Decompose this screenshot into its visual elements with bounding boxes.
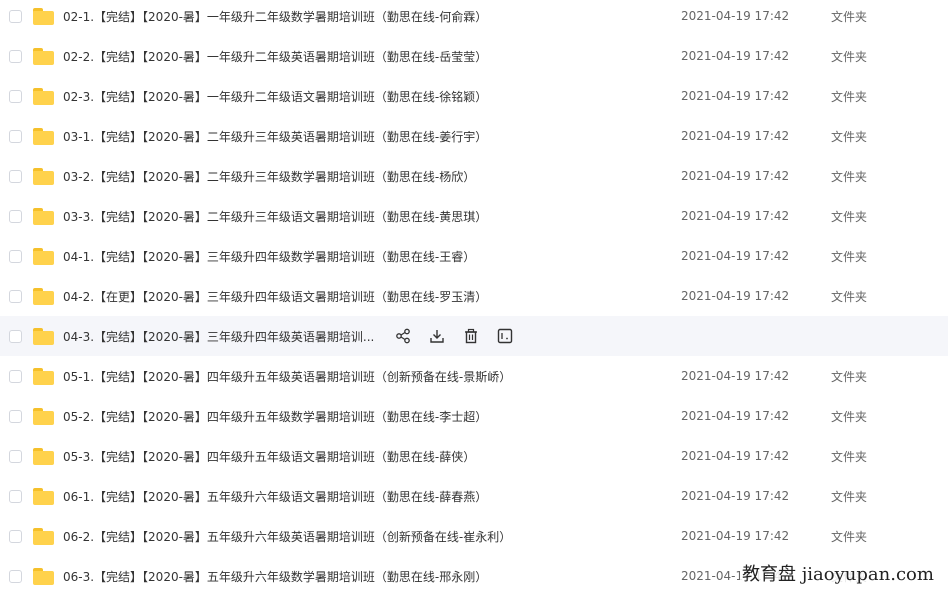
folder-icon bbox=[33, 7, 54, 25]
folder-icon bbox=[33, 127, 54, 145]
folder-icon bbox=[33, 527, 54, 545]
file-type: 文件夹 bbox=[831, 289, 868, 304]
modified-date: 2021-04-19 17:42 bbox=[681, 169, 790, 183]
watermark: 教育盘 jiaoyupan.com bbox=[740, 560, 936, 586]
file-name[interactable]: 03-3.【完结】【2020-暑】二年级升三年级语文暑期培训班（勤思在线-黄思琪… bbox=[63, 208, 663, 225]
file-row[interactable]: 06-1.【完结】【2020-暑】五年级升六年级语文暑期培训班（勤思在线-薛春燕… bbox=[0, 476, 948, 516]
file-type: 文件夹 bbox=[831, 9, 868, 24]
file-row[interactable]: 05-3.【完结】【2020-暑】四年级升五年级语文暑期培训班（勤思在线-薛侠）… bbox=[0, 436, 948, 476]
row-checkbox[interactable] bbox=[9, 529, 22, 543]
modified-date: 2021-04-19 17:42 bbox=[681, 489, 790, 503]
file-type: 文件夹 bbox=[831, 249, 868, 264]
file-name[interactable]: 02-2.【完结】【2020-暑】一年级升二年级英语暑期培训班（勤思在线-岳莹莹… bbox=[63, 48, 663, 65]
file-row[interactable]: 02-3.【完结】【2020-暑】一年级升二年级语文暑期培训班（勤思在线-徐铭颖… bbox=[0, 76, 948, 116]
delete-icon[interactable] bbox=[462, 327, 480, 345]
file-name[interactable]: 06-3.【完结】【2020-暑】五年级升六年级数学暑期培训班（勤思在线-邢永刚… bbox=[63, 568, 663, 585]
folder-icon bbox=[33, 207, 54, 225]
modified-date: 2021-04-19 17:42 bbox=[681, 129, 790, 143]
file-type: 文件夹 bbox=[831, 89, 868, 104]
row-checkbox[interactable] bbox=[9, 129, 22, 143]
file-row[interactable]: 05-2.【完结】【2020-暑】四年级升五年级数学暑期培训班（勤思在线-李士超… bbox=[0, 396, 948, 436]
folder-icon bbox=[33, 487, 54, 505]
row-checkbox[interactable] bbox=[9, 89, 22, 103]
file-type: 文件夹 bbox=[831, 369, 868, 384]
row-checkbox[interactable] bbox=[9, 409, 22, 423]
file-name[interactable]: 02-3.【完结】【2020-暑】一年级升二年级语文暑期培训班（勤思在线-徐铭颖… bbox=[63, 88, 663, 105]
file-name[interactable]: 06-2.【完结】【2020-暑】五年级升六年级英语暑期培训班（创新预备在线-崔… bbox=[63, 528, 663, 545]
row-checkbox[interactable] bbox=[9, 9, 22, 23]
file-type: 文件夹 bbox=[831, 129, 868, 144]
row-checkbox[interactable] bbox=[9, 169, 22, 183]
row-actions bbox=[394, 316, 530, 356]
file-type: 文件夹 bbox=[831, 529, 868, 544]
folder-icon bbox=[33, 47, 54, 65]
row-checkbox[interactable] bbox=[9, 369, 22, 383]
row-checkbox[interactable] bbox=[9, 209, 22, 223]
modified-date: 2021-04-19 17:42 bbox=[681, 209, 790, 223]
more-icon[interactable] bbox=[496, 327, 514, 345]
row-checkbox[interactable] bbox=[9, 569, 22, 583]
modified-date: 2021-04-19 17:42 bbox=[681, 409, 790, 423]
folder-icon bbox=[33, 447, 54, 465]
folder-icon bbox=[33, 247, 54, 265]
file-type: 文件夹 bbox=[831, 49, 868, 64]
modified-date: 2021-04-19 17:42 bbox=[681, 49, 790, 63]
folder-icon bbox=[33, 287, 54, 305]
file-row[interactable]: 06-2.【完结】【2020-暑】五年级升六年级英语暑期培训班（创新预备在线-崔… bbox=[0, 516, 948, 556]
file-row[interactable]: 04-1.【完结】【2020-暑】三年级升四年级数学暑期培训班（勤思在线-王睿）… bbox=[0, 236, 948, 276]
file-row[interactable]: 03-1.【完结】【2020-暑】二年级升三年级英语暑期培训班（勤思在线-姜行宇… bbox=[0, 116, 948, 156]
modified-date: 2021-04-19 17:42 bbox=[681, 9, 790, 23]
row-checkbox[interactable] bbox=[9, 489, 22, 503]
modified-date: 2021-04-19 17:42 bbox=[681, 369, 790, 383]
folder-icon bbox=[33, 327, 54, 345]
folder-icon bbox=[33, 167, 54, 185]
row-checkbox[interactable] bbox=[9, 249, 22, 263]
file-type: 文件夹 bbox=[831, 209, 868, 224]
row-checkbox[interactable] bbox=[9, 49, 22, 63]
folder-icon bbox=[33, 567, 54, 585]
file-name[interactable]: 06-1.【完结】【2020-暑】五年级升六年级语文暑期培训班（勤思在线-薛春燕… bbox=[63, 488, 663, 505]
file-name[interactable]: 04-3.【完结】【2020-暑】三年级升四年级英语暑期培训... bbox=[63, 328, 383, 345]
modified-date: 2021-04-19 17:42 bbox=[681, 449, 790, 463]
folder-icon bbox=[33, 367, 54, 385]
row-checkbox[interactable] bbox=[9, 329, 22, 343]
share-icon[interactable] bbox=[394, 327, 412, 345]
folder-icon bbox=[33, 407, 54, 425]
file-type: 文件夹 bbox=[831, 169, 868, 184]
row-checkbox[interactable] bbox=[9, 449, 22, 463]
file-row[interactable]: 04-2.【在更】【2020-暑】三年级升四年级语文暑期培训班（勤思在线-罗玉清… bbox=[0, 276, 948, 316]
file-name[interactable]: 04-1.【完结】【2020-暑】三年级升四年级数学暑期培训班（勤思在线-王睿） bbox=[63, 248, 663, 265]
file-type: 文件夹 bbox=[831, 449, 868, 464]
file-row[interactable]: 02-1.【完结】【2020-暑】一年级升二年级数学暑期培训班（勤思在线-何俞霖… bbox=[0, 0, 948, 36]
file-name[interactable]: 05-2.【完结】【2020-暑】四年级升五年级数学暑期培训班（勤思在线-李士超… bbox=[63, 408, 663, 425]
file-name[interactable]: 03-1.【完结】【2020-暑】二年级升三年级英语暑期培训班（勤思在线-姜行宇… bbox=[63, 128, 663, 145]
file-row[interactable]: 04-3.【完结】【2020-暑】三年级升四年级英语暑期培训... bbox=[0, 316, 948, 356]
file-row[interactable]: 02-2.【完结】【2020-暑】一年级升二年级英语暑期培训班（勤思在线-岳莹莹… bbox=[0, 36, 948, 76]
download-icon[interactable] bbox=[428, 327, 446, 345]
file-type: 文件夹 bbox=[831, 489, 868, 504]
file-row[interactable]: 03-2.【完结】【2020-暑】二年级升三年级数学暑期培训班（勤思在线-杨欣）… bbox=[0, 156, 948, 196]
modified-date: 2021-04-19 17:42 bbox=[681, 529, 790, 543]
file-row[interactable]: 03-3.【完结】【2020-暑】二年级升三年级语文暑期培训班（勤思在线-黄思琪… bbox=[0, 196, 948, 236]
file-name[interactable]: 04-2.【在更】【2020-暑】三年级升四年级语文暑期培训班（勤思在线-罗玉清… bbox=[63, 288, 663, 305]
file-name[interactable]: 02-1.【完结】【2020-暑】一年级升二年级数学暑期培训班（勤思在线-何俞霖… bbox=[63, 8, 663, 25]
file-type: 文件夹 bbox=[831, 409, 868, 424]
file-row[interactable]: 05-1.【完结】【2020-暑】四年级升五年级英语暑期培训班（创新预备在线-景… bbox=[0, 356, 948, 396]
row-checkbox[interactable] bbox=[9, 289, 22, 303]
file-name[interactable]: 03-2.【完结】【2020-暑】二年级升三年级数学暑期培训班（勤思在线-杨欣） bbox=[63, 168, 663, 185]
modified-date: 2021-04-19 17:42 bbox=[681, 249, 790, 263]
file-name[interactable]: 05-3.【完结】【2020-暑】四年级升五年级语文暑期培训班（勤思在线-薛侠） bbox=[63, 448, 663, 465]
file-name[interactable]: 05-1.【完结】【2020-暑】四年级升五年级英语暑期培训班（创新预备在线-景… bbox=[63, 368, 663, 385]
modified-date: 2021-04-19 17:42 bbox=[681, 89, 790, 103]
modified-date: 2021-04-19 17:42 bbox=[681, 289, 790, 303]
file-list: 02-1.【完结】【2020-暑】一年级升二年级数学暑期培训班（勤思在线-何俞霖… bbox=[0, 0, 948, 588]
folder-icon bbox=[33, 87, 54, 105]
